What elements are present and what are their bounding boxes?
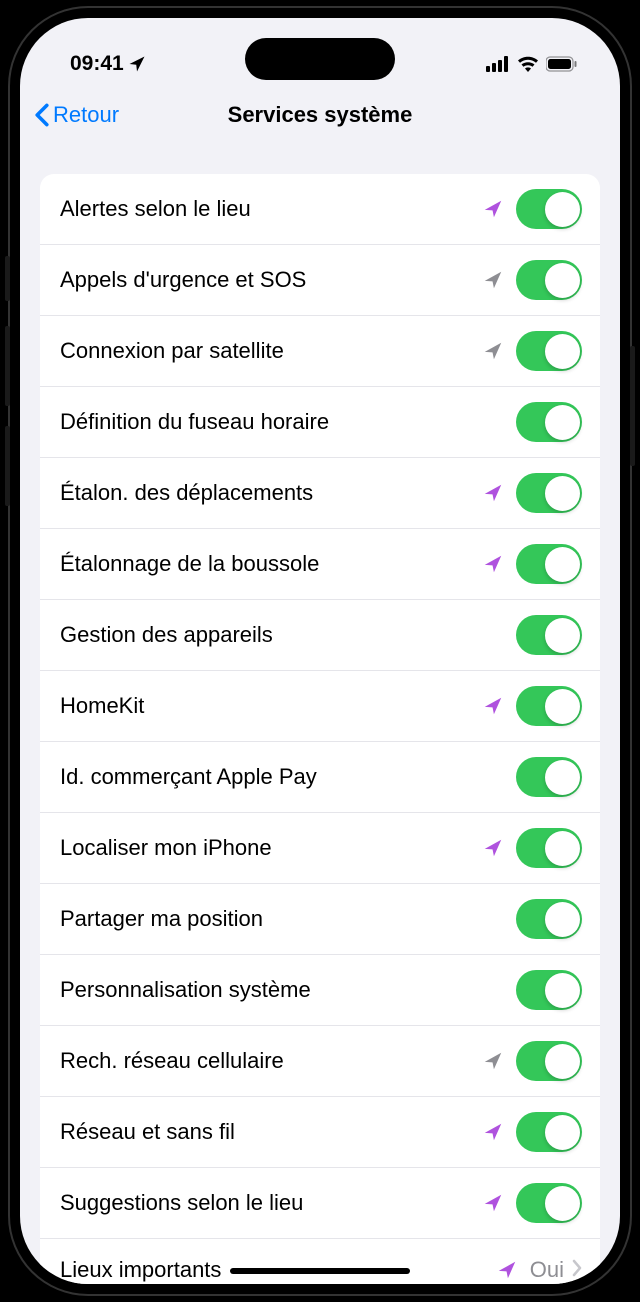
back-button[interactable]: Retour bbox=[34, 102, 119, 128]
status-time: 09:41 bbox=[70, 52, 124, 76]
battery-icon bbox=[546, 56, 578, 72]
row-label: Appels d'urgence et SOS bbox=[60, 267, 482, 293]
cellular-icon bbox=[486, 56, 510, 72]
row-label: Suggestions selon le lieu bbox=[60, 1190, 482, 1216]
location-arrow-icon bbox=[482, 1121, 504, 1143]
toggle-switch[interactable] bbox=[516, 757, 582, 797]
back-label: Retour bbox=[53, 102, 119, 128]
settings-row: Étalonnage de la boussole bbox=[40, 529, 600, 600]
wifi-icon bbox=[517, 56, 539, 72]
location-arrow-icon bbox=[482, 269, 504, 291]
location-arrow-icon bbox=[482, 482, 504, 504]
settings-row: Étalon. des déplacements bbox=[40, 458, 600, 529]
toggle-switch[interactable] bbox=[516, 402, 582, 442]
toggle-switch[interactable] bbox=[516, 615, 582, 655]
settings-row: Localiser mon iPhone bbox=[40, 813, 600, 884]
row-label: HomeKit bbox=[60, 693, 482, 719]
settings-row: Réseau et sans fil bbox=[40, 1097, 600, 1168]
page-title: Services système bbox=[38, 102, 602, 128]
chevron-left-icon bbox=[34, 103, 50, 127]
settings-row: Appels d'urgence et SOS bbox=[40, 245, 600, 316]
location-arrow-icon bbox=[482, 837, 504, 859]
location-arrow-icon bbox=[482, 340, 504, 362]
settings-row: Partager ma position bbox=[40, 884, 600, 955]
row-label: Localiser mon iPhone bbox=[60, 835, 482, 861]
location-arrow-icon bbox=[496, 1259, 518, 1281]
dynamic-island bbox=[245, 38, 395, 80]
location-arrow-icon bbox=[482, 198, 504, 220]
row-label: Personnalisation système bbox=[60, 977, 516, 1003]
row-label: Définition du fuseau horaire bbox=[60, 409, 516, 435]
settings-row: Rech. réseau cellulaire bbox=[40, 1026, 600, 1097]
settings-row[interactable]: Lieux importants Oui bbox=[40, 1239, 600, 1284]
row-label: Alertes selon le lieu bbox=[60, 196, 482, 222]
row-label: Étalonnage de la boussole bbox=[60, 551, 482, 577]
location-arrow-icon bbox=[482, 553, 504, 575]
home-indicator[interactable] bbox=[230, 1268, 410, 1274]
location-arrow-icon bbox=[482, 1050, 504, 1072]
navigation-bar: Retour Services système bbox=[20, 88, 620, 146]
location-arrow-icon bbox=[482, 695, 504, 717]
toggle-switch[interactable] bbox=[516, 686, 582, 726]
row-label: Partager ma position bbox=[60, 906, 516, 932]
toggle-switch[interactable] bbox=[516, 1183, 582, 1223]
settings-row: Suggestions selon le lieu bbox=[40, 1168, 600, 1239]
settings-row: Personnalisation système bbox=[40, 955, 600, 1026]
toggle-switch[interactable] bbox=[516, 331, 582, 371]
settings-list: Alertes selon le lieu Appels d'urgence e… bbox=[40, 174, 600, 1284]
settings-row: Définition du fuseau horaire bbox=[40, 387, 600, 458]
row-label: Connexion par satellite bbox=[60, 338, 482, 364]
location-services-icon bbox=[128, 55, 146, 73]
settings-row: Connexion par satellite bbox=[40, 316, 600, 387]
location-arrow-icon bbox=[482, 1192, 504, 1214]
row-label: Réseau et sans fil bbox=[60, 1119, 482, 1145]
toggle-switch[interactable] bbox=[516, 189, 582, 229]
row-label: Gestion des appareils bbox=[60, 622, 516, 648]
settings-row: Id. commerçant Apple Pay bbox=[40, 742, 600, 813]
settings-row: Alertes selon le lieu bbox=[40, 174, 600, 245]
toggle-switch[interactable] bbox=[516, 1041, 582, 1081]
toggle-switch[interactable] bbox=[516, 970, 582, 1010]
row-value: Oui bbox=[530, 1257, 564, 1283]
settings-row: Gestion des appareils bbox=[40, 600, 600, 671]
toggle-switch[interactable] bbox=[516, 260, 582, 300]
toggle-switch[interactable] bbox=[516, 1112, 582, 1152]
toggle-switch[interactable] bbox=[516, 899, 582, 939]
row-label: Étalon. des déplacements bbox=[60, 480, 482, 506]
chevron-right-icon bbox=[572, 1259, 582, 1282]
toggle-switch[interactable] bbox=[516, 544, 582, 584]
settings-row: HomeKit bbox=[40, 671, 600, 742]
toggle-switch[interactable] bbox=[516, 828, 582, 868]
row-label: Id. commerçant Apple Pay bbox=[60, 764, 516, 790]
row-label: Rech. réseau cellulaire bbox=[60, 1048, 482, 1074]
toggle-switch[interactable] bbox=[516, 473, 582, 513]
